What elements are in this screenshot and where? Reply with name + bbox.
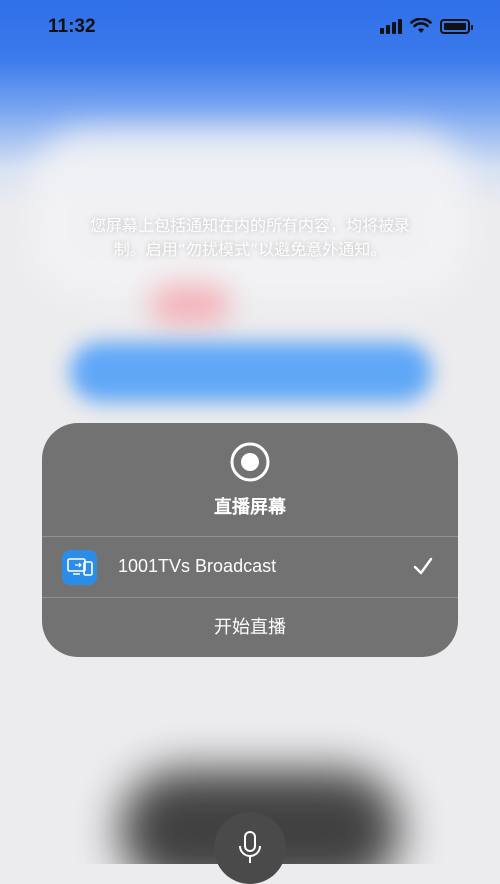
- sheet-title: 直播屏幕: [214, 497, 286, 518]
- screen-mirror-icon: [67, 558, 93, 576]
- broadcast-option-1001tvs[interactable]: 1001TVs Broadcast: [42, 537, 458, 597]
- status-time: 11:32: [48, 16, 96, 37]
- wifi-icon: [410, 18, 432, 33]
- status-icons: [380, 18, 473, 34]
- notice-line-1: 您屏幕上包括通知在内的所有内容，均将被录: [89, 216, 410, 235]
- background-pink-blur: [150, 285, 230, 325]
- option-label: 1001TVs Broadcast: [118, 556, 277, 576]
- record-icon: [230, 442, 270, 482]
- recording-notice: 您屏幕上包括通知在内的所有内容，均将被录 制。启用“勿扰模式”以避免意外通知。: [50, 214, 450, 262]
- status-bar: 11:32: [0, 0, 500, 56]
- microphone-icon: [239, 831, 261, 863]
- broadcast-picker-sheet: 直播屏幕 1001TVs Broadcast 开始直播: [42, 423, 458, 657]
- background-button-blur: [70, 342, 432, 402]
- notice-line-2: 制。启用“勿扰模式”以避免意外通知。: [113, 240, 387, 259]
- battery-icon: [440, 18, 473, 34]
- signal-icon: [380, 18, 402, 34]
- checkmark-icon: [413, 557, 433, 575]
- microphone-button[interactable]: [214, 812, 286, 884]
- start-broadcast-button[interactable]: 开始直播: [42, 598, 458, 657]
- app-icon: [62, 550, 97, 585]
